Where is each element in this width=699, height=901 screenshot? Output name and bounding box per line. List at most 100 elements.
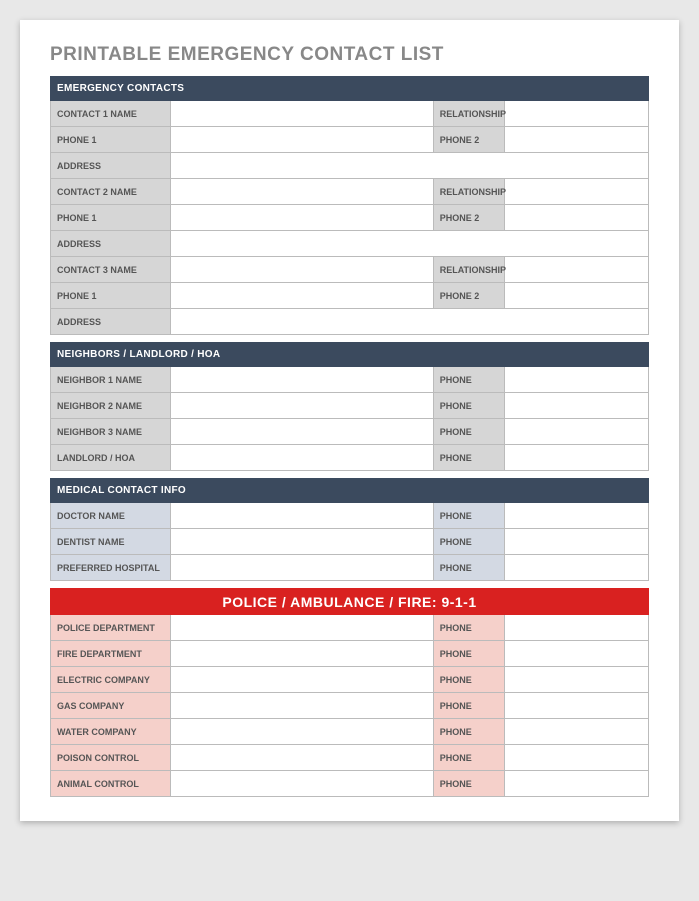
label-contact1-relationship: RELATIONSHIP (433, 101, 505, 127)
table-row: PHONE 1 PHONE 2 (51, 283, 649, 309)
label-poison: POISON CONTROL (51, 745, 171, 771)
table-row: POISON CONTROL PHONE (51, 745, 649, 771)
field-poison-name[interactable] (170, 745, 433, 771)
label-contact1-phone1: PHONE 1 (51, 127, 171, 153)
label-contact2-address: ADDRESS (51, 231, 171, 257)
label-electric-phone: PHONE (433, 667, 505, 693)
label-contact3-address: ADDRESS (51, 309, 171, 335)
field-poison-phone[interactable] (505, 745, 649, 771)
table-row: POLICE DEPARTMENT PHONE (51, 615, 649, 641)
label-gas-phone: PHONE (433, 693, 505, 719)
table-row: CONTACT 3 NAME RELATIONSHIP (51, 257, 649, 283)
label-contact3-name: CONTACT 3 NAME (51, 257, 171, 283)
field-electric-phone[interactable] (505, 667, 649, 693)
field-contact3-name[interactable] (170, 257, 433, 283)
label-doctor: DOCTOR NAME (51, 503, 171, 529)
label-neighbor3: NEIGHBOR 3 NAME (51, 419, 171, 445)
field-police-name[interactable] (170, 615, 433, 641)
label-fire-phone: PHONE (433, 641, 505, 667)
label-contact2-phone1: PHONE 1 (51, 205, 171, 231)
field-neighbor2-name[interactable] (170, 393, 433, 419)
label-animal-phone: PHONE (433, 771, 505, 797)
label-doctor-phone: PHONE (433, 503, 505, 529)
label-contact2-relationship: RELATIONSHIP (433, 179, 505, 205)
label-contact2-name: CONTACT 2 NAME (51, 179, 171, 205)
label-contact2-phone2: PHONE 2 (433, 205, 505, 231)
label-animal: ANIMAL CONTROL (51, 771, 171, 797)
field-landlord-phone[interactable] (505, 445, 649, 471)
table-row: CONTACT 2 NAME RELATIONSHIP (51, 179, 649, 205)
table-row: LANDLORD / HOA PHONE (51, 445, 649, 471)
label-neighbor2-phone: PHONE (433, 393, 505, 419)
label-neighbor3-phone: PHONE (433, 419, 505, 445)
field-gas-phone[interactable] (505, 693, 649, 719)
field-contact2-phone2[interactable] (505, 205, 649, 231)
label-police: POLICE DEPARTMENT (51, 615, 171, 641)
field-police-phone[interactable] (505, 615, 649, 641)
label-landlord-phone: PHONE (433, 445, 505, 471)
field-contact1-phone2[interactable] (505, 127, 649, 153)
table-row: CONTACT 1 NAME RELATIONSHIP (51, 101, 649, 127)
label-poison-phone: PHONE (433, 745, 505, 771)
field-fire-name[interactable] (170, 641, 433, 667)
label-neighbor1: NEIGHBOR 1 NAME (51, 367, 171, 393)
field-contact1-phone1[interactable] (170, 127, 433, 153)
field-neighbor3-phone[interactable] (505, 419, 649, 445)
table-row: ANIMAL CONTROL PHONE (51, 771, 649, 797)
field-animal-phone[interactable] (505, 771, 649, 797)
label-water: WATER COMPANY (51, 719, 171, 745)
table-row: WATER COMPANY PHONE (51, 719, 649, 745)
field-hospital-name[interactable] (170, 555, 433, 581)
label-neighbor1-phone: PHONE (433, 367, 505, 393)
field-fire-phone[interactable] (505, 641, 649, 667)
table-row: NEIGHBOR 3 NAME PHONE (51, 419, 649, 445)
field-neighbor3-name[interactable] (170, 419, 433, 445)
label-contact1-phone2: PHONE 2 (433, 127, 505, 153)
document-page: PRINTABLE EMERGENCY CONTACT LIST EMERGEN… (20, 20, 679, 821)
field-contact1-relationship[interactable] (505, 101, 649, 127)
field-contact2-relationship[interactable] (505, 179, 649, 205)
field-neighbor2-phone[interactable] (505, 393, 649, 419)
table-row: PHONE 1 PHONE 2 (51, 205, 649, 231)
field-landlord-name[interactable] (170, 445, 433, 471)
field-contact2-name[interactable] (170, 179, 433, 205)
field-doctor-phone[interactable] (505, 503, 649, 529)
field-gas-name[interactable] (170, 693, 433, 719)
field-animal-name[interactable] (170, 771, 433, 797)
field-contact2-phone1[interactable] (170, 205, 433, 231)
field-electric-name[interactable] (170, 667, 433, 693)
label-contact3-relationship: RELATIONSHIP (433, 257, 505, 283)
field-contact3-phone2[interactable] (505, 283, 649, 309)
field-contact2-address[interactable] (170, 231, 648, 257)
table-row: DOCTOR NAME PHONE (51, 503, 649, 529)
table-row: ADDRESS (51, 309, 649, 335)
field-water-name[interactable] (170, 719, 433, 745)
section-header-911: POLICE / AMBULANCE / FIRE: 9-1-1 (51, 589, 649, 615)
field-doctor-name[interactable] (170, 503, 433, 529)
field-water-phone[interactable] (505, 719, 649, 745)
field-dentist-name[interactable] (170, 529, 433, 555)
field-contact3-relationship[interactable] (505, 257, 649, 283)
label-contact1-address: ADDRESS (51, 153, 171, 179)
field-contact1-name[interactable] (170, 101, 433, 127)
field-contact3-address[interactable] (170, 309, 648, 335)
table-row: NEIGHBOR 2 NAME PHONE (51, 393, 649, 419)
field-contact1-address[interactable] (170, 153, 648, 179)
table-row: PHONE 1 PHONE 2 (51, 127, 649, 153)
contact-table: EMERGENCY CONTACTS CONTACT 1 NAME RELATI… (50, 76, 649, 797)
field-hospital-phone[interactable] (505, 555, 649, 581)
table-row: DENTIST NAME PHONE (51, 529, 649, 555)
field-neighbor1-name[interactable] (170, 367, 433, 393)
field-dentist-phone[interactable] (505, 529, 649, 555)
field-contact3-phone1[interactable] (170, 283, 433, 309)
table-row: ADDRESS (51, 153, 649, 179)
label-contact3-phone1: PHONE 1 (51, 283, 171, 309)
section-header-medical: MEDICAL CONTACT INFO (51, 479, 649, 503)
table-row: PREFERRED HOSPITAL PHONE (51, 555, 649, 581)
label-contact1-name: CONTACT 1 NAME (51, 101, 171, 127)
section-header-emergency: EMERGENCY CONTACTS (51, 77, 649, 101)
page-title: PRINTABLE EMERGENCY CONTACT LIST (50, 44, 649, 66)
label-hospital: PREFERRED HOSPITAL (51, 555, 171, 581)
field-neighbor1-phone[interactable] (505, 367, 649, 393)
table-row: NEIGHBOR 1 NAME PHONE (51, 367, 649, 393)
